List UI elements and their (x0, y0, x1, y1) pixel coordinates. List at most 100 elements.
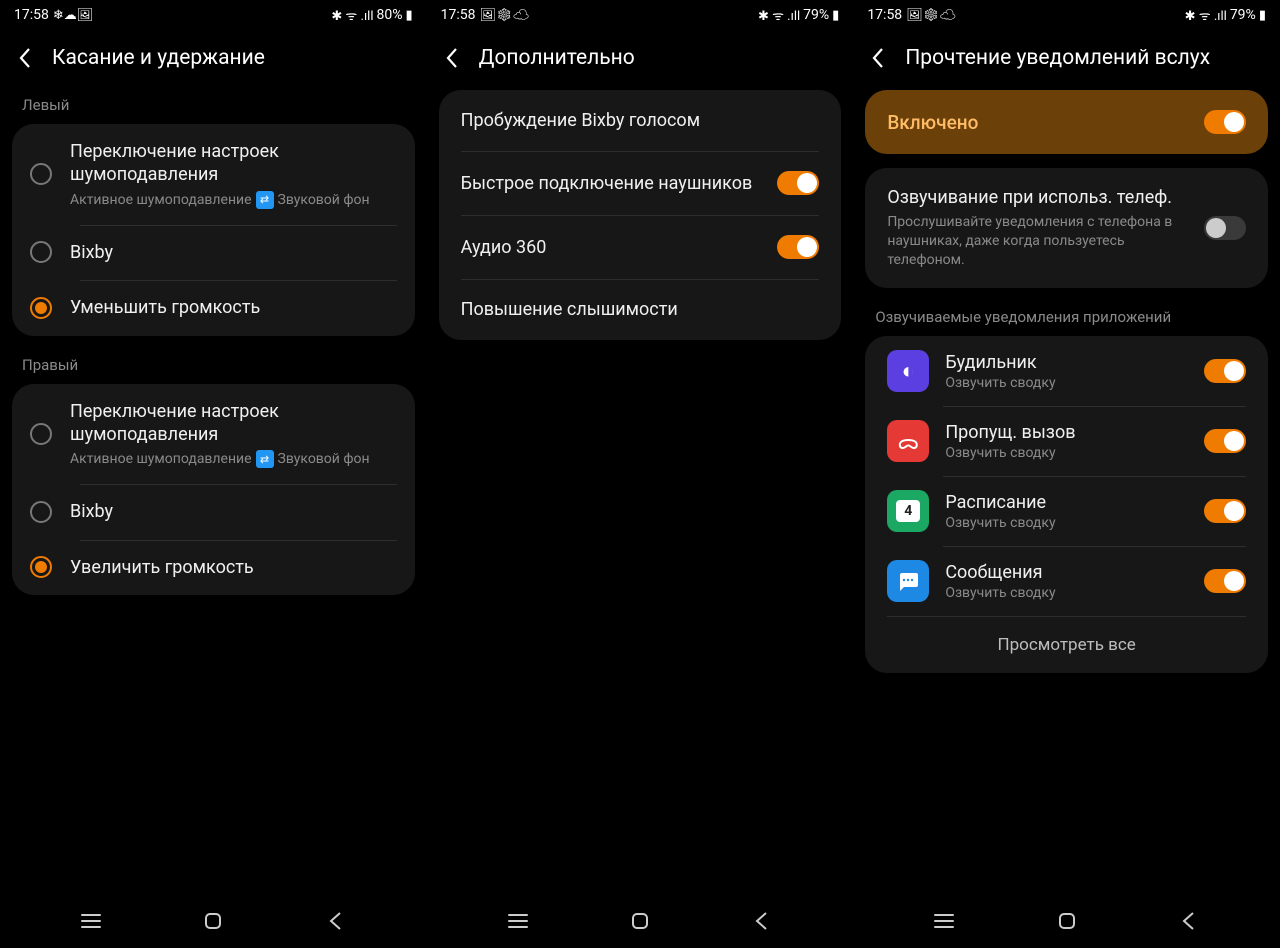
nav-recent[interactable] (932, 909, 956, 937)
toggle-quick-connect[interactable] (777, 171, 819, 195)
back-button[interactable] (441, 47, 463, 69)
app-title: Сообщения (945, 562, 1188, 583)
status-bar: 17:58 🖼❄☁ ✱ ᯤ .ıll 79% ▮ (427, 0, 854, 30)
toggle-calendar[interactable] (1204, 499, 1246, 523)
radio-volume-up-right[interactable]: Увеличить громкость (12, 540, 415, 595)
app-title: Будильник (945, 352, 1188, 373)
battery-icon: ▮ (832, 8, 839, 23)
radio-volume-down-left[interactable]: Уменьшить громкость (12, 280, 415, 335)
radio-bixby-left[interactable]: Bixby (12, 225, 415, 280)
title-bar: Прочтение уведомлений вслух (853, 30, 1280, 90)
app-subtitle: Озвучить сводку (945, 375, 1188, 391)
row-title: Быстрое подключение наушников (461, 173, 753, 194)
nav-home[interactable] (1055, 909, 1079, 937)
radio-group-right: Переключение настроек шумоподавления Акт… (12, 384, 415, 596)
radio-noise-cancel-right[interactable]: Переключение настроек шумоподавления Акт… (12, 384, 415, 485)
missed-call-icon: ᯅ (887, 420, 929, 462)
nav-recent[interactable] (79, 909, 103, 937)
radio-title: Увеличить громкость (70, 556, 397, 579)
status-time: 17:58 (14, 7, 49, 23)
toggle-speak-while-using[interactable] (1204, 216, 1246, 240)
apps-section-label: Озвучиваемые уведомления приложений (853, 302, 1280, 336)
app-title: Расписание (945, 492, 1188, 513)
alarm-icon: ◐ (887, 350, 929, 392)
master-toggle[interactable] (1204, 110, 1246, 134)
screen-read-notifications: 17:58 🖼❄☁ ✱ ᯤ .ıll 79% ▮ Прочтение уведо… (853, 0, 1280, 948)
app-title: Пропущ. вызов (945, 422, 1188, 443)
app-missed-call[interactable]: ᯅ Пропущ. вызов Озвучить сводку (865, 406, 1268, 476)
calendar-icon: 4 (887, 490, 929, 532)
nav-recent[interactable] (506, 909, 530, 937)
nav-bar (427, 898, 854, 948)
row-title: Повышение слышимости (461, 299, 678, 320)
group-label-left: Левый (0, 90, 427, 124)
radio-icon (30, 297, 52, 319)
nav-home[interactable] (201, 909, 225, 937)
toggle-alarm[interactable] (1204, 359, 1246, 383)
title-bar: Дополнительно (427, 30, 854, 90)
row-hearing-boost[interactable]: Повышение слышимости (439, 279, 842, 340)
nav-bar (853, 898, 1280, 948)
setting-speak-while-using[interactable]: Озвучивание при использ. телеф. Прослуши… (865, 168, 1268, 288)
app-subtitle: Озвучить сводку (945, 515, 1188, 531)
radio-noise-cancel-left[interactable]: Переключение настроек шумоподавления Акт… (12, 124, 415, 225)
status-time: 17:58 (867, 7, 902, 23)
advanced-list: Пробуждение Bixby голосом Быстрое подклю… (439, 90, 842, 340)
app-subtitle: Озвучить сводку (945, 585, 1188, 601)
radio-title: Уменьшить громкость (70, 296, 397, 319)
radio-group-left: Переключение настроек шумоподавления Акт… (12, 124, 415, 336)
nav-back[interactable] (324, 909, 348, 937)
swap-icon: ⇄ (256, 191, 274, 209)
title-bar: Касание и удержание (0, 30, 427, 90)
page-title: Прочтение уведомлений вслух (905, 46, 1210, 70)
nav-back[interactable] (1177, 909, 1201, 937)
row-bixby-wake[interactable]: Пробуждение Bixby голосом (439, 90, 842, 151)
radio-icon (30, 163, 52, 185)
setting-title: Озвучивание при использ. телеф. (887, 186, 1190, 209)
row-title: Пробуждение Bixby голосом (461, 110, 700, 131)
status-bar: 17:58 🖼❄☁ ✱ ᯤ .ıll 79% ▮ (853, 0, 1280, 30)
status-left-icons: 🖼❄☁ (906, 8, 956, 23)
nav-home[interactable] (628, 909, 652, 937)
toggle-audio-360[interactable] (777, 235, 819, 259)
row-quick-connect[interactable]: Быстрое подключение наушников (439, 151, 842, 215)
radio-bixby-right[interactable]: Bixby (12, 484, 415, 539)
radio-icon (30, 423, 52, 445)
status-right-icons: ✱ ᯤ .ıll (1185, 6, 1227, 24)
status-battery: 79% (803, 7, 829, 23)
app-messages[interactable]: Сообщения Озвучить сводку (865, 546, 1268, 616)
status-time: 17:58 (441, 7, 476, 23)
radio-title: Bixby (70, 241, 397, 264)
radio-icon (30, 241, 52, 263)
nav-bar (0, 898, 427, 948)
radio-title: Bixby (70, 500, 397, 523)
radio-icon (30, 501, 52, 523)
back-button[interactable] (14, 47, 36, 69)
page-title: Касание и удержание (52, 46, 265, 70)
status-left-icons: 🖼❄☁ (480, 8, 530, 23)
status-right-icons: ✱ ᯤ .ıll (758, 6, 800, 24)
row-audio-360[interactable]: Аудио 360 (439, 215, 842, 279)
radio-title: Переключение настроек шумоподавления (70, 400, 397, 447)
screen-advanced: 17:58 🖼❄☁ ✱ ᯤ .ıll 79% ▮ Дополнительно П… (427, 0, 854, 948)
toggle-messages[interactable] (1204, 569, 1246, 593)
view-all-button[interactable]: Просмотреть все (887, 616, 1246, 673)
messages-icon (887, 560, 929, 602)
radio-subtitle: Активное шумоподавление ⇄ Звуковой фон (70, 450, 397, 468)
status-left-icons: ❄☁🖼 (53, 8, 93, 23)
apps-list: ◐ Будильник Озвучить сводку ᯅ Пропущ. вы… (865, 336, 1268, 673)
app-alarm[interactable]: ◐ Будильник Озвучить сводку (865, 336, 1268, 406)
back-button[interactable] (867, 47, 889, 69)
screen-touch-hold: 17:58 ❄☁🖼 ✱ ᯤ .ıll 80% ▮ Касание и удерж… (0, 0, 427, 948)
nav-back[interactable] (750, 909, 774, 937)
status-right-icons: ✱ ᯤ .ıll (331, 6, 373, 24)
radio-icon (30, 556, 52, 578)
setting-subtitle: Прослушивайте уведомления с телефона в н… (887, 213, 1190, 270)
app-subtitle: Озвучить сводку (945, 445, 1188, 461)
page-title: Дополнительно (479, 46, 635, 70)
status-battery: 79% (1230, 7, 1256, 23)
master-toggle-row[interactable]: Включено (865, 90, 1268, 154)
app-calendar[interactable]: 4 Расписание Озвучить сводку (865, 476, 1268, 546)
radio-subtitle: Активное шумоподавление ⇄ Звуковой фон (70, 191, 397, 209)
toggle-missed-call[interactable] (1204, 429, 1246, 453)
